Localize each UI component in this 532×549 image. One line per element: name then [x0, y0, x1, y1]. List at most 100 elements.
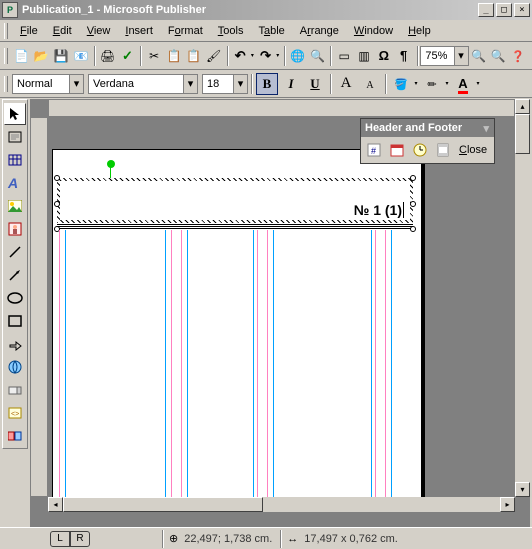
fill-color-button[interactable]	[390, 73, 412, 95]
redo-menu[interactable]: ▾	[274, 47, 280, 65]
menu-file[interactable]: File	[13, 23, 45, 39]
design-gallery-tool[interactable]	[4, 425, 26, 447]
page-tab-left[interactable]: L	[50, 531, 70, 547]
save-button[interactable]	[52, 45, 70, 67]
menu-insert[interactable]: Insert	[118, 23, 160, 39]
line-color-button[interactable]	[421, 73, 443, 95]
resize-handle-ne[interactable]	[410, 175, 416, 181]
scroll-track[interactable]	[63, 497, 500, 512]
toolbar-grip[interactable]	[4, 48, 8, 64]
resize-handle-w[interactable]	[54, 201, 60, 207]
resize-handle-se[interactable]	[410, 226, 416, 232]
fontcolor-menu[interactable]: ▾	[474, 75, 482, 93]
canvas[interactable]: № 1 (1)	[48, 117, 515, 497]
resize-handle-e[interactable]	[410, 201, 416, 207]
zoom-out-button[interactable]	[470, 45, 488, 67]
wordart-tool[interactable]: A	[4, 172, 26, 194]
menu-arrange[interactable]: Arrange	[293, 23, 346, 39]
form-control-tool[interactable]	[4, 379, 26, 401]
horizontal-scrollbar[interactable]: ◂ ▸	[48, 497, 515, 512]
hotspot-tool[interactable]	[4, 356, 26, 378]
special-char-button[interactable]	[375, 45, 393, 67]
pointer-tool[interactable]	[4, 103, 26, 125]
help-button[interactable]	[509, 45, 527, 67]
increase-font-button[interactable]	[335, 73, 357, 95]
insert-date-button[interactable]	[386, 139, 408, 161]
new-button[interactable]	[13, 45, 31, 67]
show-header-footer-button[interactable]	[432, 139, 454, 161]
header-footer-toolbar[interactable]: Header and Footer ▾ # Close	[360, 118, 495, 164]
bold-button[interactable]	[256, 73, 278, 95]
picture-tool[interactable]	[4, 195, 26, 217]
insert-page-number-button[interactable]: #	[363, 139, 385, 161]
fill-menu[interactable]: ▾	[412, 75, 420, 93]
scroll-right-button[interactable]: ▸	[500, 497, 515, 512]
line-menu[interactable]: ▾	[443, 75, 451, 93]
scroll-up-button[interactable]: ▴	[515, 99, 530, 114]
minimize-button[interactable]: _	[478, 3, 494, 17]
spell-button[interactable]	[119, 45, 137, 67]
page-navigator[interactable]: L R	[50, 531, 90, 547]
undo-button[interactable]	[231, 45, 249, 67]
html-fragment-tool[interactable]: <>	[4, 402, 26, 424]
header-text-frame[interactable]: № 1 (1)	[57, 178, 413, 223]
zoom-in-button[interactable]	[489, 45, 507, 67]
oval-tool[interactable]	[4, 287, 26, 309]
table-tool[interactable]	[4, 149, 26, 171]
menu-edit[interactable]: Edit	[46, 23, 79, 39]
line-tool[interactable]	[4, 241, 26, 263]
toolbar-grip[interactable]	[4, 76, 8, 92]
font-color-button[interactable]	[452, 73, 474, 95]
underline-button[interactable]	[304, 73, 326, 95]
menu-view[interactable]: View	[80, 23, 118, 39]
clipart-tool[interactable]	[4, 218, 26, 240]
close-header-footer-button[interactable]: Close	[455, 139, 491, 161]
copy-button[interactable]	[165, 45, 183, 67]
close-button[interactable]: ×	[514, 3, 530, 17]
zoom-combo[interactable]: 75% ▾	[420, 46, 468, 66]
insert-time-button[interactable]	[409, 139, 431, 161]
format-painter-button[interactable]	[205, 45, 223, 67]
header-text[interactable]: № 1 (1)	[60, 181, 410, 220]
paste-button[interactable]	[185, 45, 203, 67]
scroll-left-button[interactable]: ◂	[48, 497, 63, 512]
webpreview-button[interactable]	[309, 45, 327, 67]
font-combo[interactable]: Verdana ▾	[88, 74, 198, 94]
rectangle-tool[interactable]	[4, 310, 26, 332]
menu-table[interactable]: Table	[251, 23, 291, 39]
vertical-scrollbar[interactable]: ▴ ▾	[515, 99, 530, 497]
decrease-font-button[interactable]	[359, 73, 381, 95]
scroll-thumb[interactable]	[515, 114, 530, 154]
maximize-button[interactable]: □	[496, 3, 512, 17]
rotation-handle[interactable]	[107, 160, 115, 168]
header-footer-title[interactable]: Header and Footer ▾	[361, 119, 494, 137]
menu-tools[interactable]: Tools	[211, 23, 251, 39]
undo-menu[interactable]: ▾	[249, 47, 255, 65]
page[interactable]: № 1 (1)	[52, 149, 422, 497]
textbox-tool[interactable]	[4, 126, 26, 148]
show-marks-button[interactable]	[395, 45, 413, 67]
menu-grip[interactable]	[4, 23, 8, 39]
menu-help[interactable]: Help	[401, 23, 438, 39]
italic-button[interactable]	[280, 73, 302, 95]
menu-window[interactable]: Window	[347, 23, 400, 39]
scroll-down-button[interactable]: ▾	[515, 482, 530, 497]
arrow-tool[interactable]	[4, 264, 26, 286]
open-button[interactable]	[32, 45, 50, 67]
font-size-combo[interactable]: 18 ▾	[202, 74, 248, 94]
page-tab-right[interactable]: R	[70, 531, 90, 547]
autoshapes-tool[interactable]	[4, 333, 26, 355]
resize-handle-nw[interactable]	[54, 175, 60, 181]
style-combo[interactable]: Normal ▾	[12, 74, 84, 94]
mail-button[interactable]	[72, 45, 90, 67]
redo-button[interactable]	[257, 45, 275, 67]
menu-format[interactable]: Format	[161, 23, 210, 39]
horizontal-ruler[interactable]	[48, 99, 515, 117]
scroll-thumb[interactable]	[63, 497, 263, 512]
vertical-ruler[interactable]	[30, 117, 48, 497]
hyperlink-button[interactable]	[289, 45, 307, 67]
cut-button[interactable]	[145, 45, 163, 67]
print-button[interactable]	[99, 45, 117, 67]
columns-button[interactable]	[355, 45, 373, 67]
bring-front-button[interactable]	[335, 45, 353, 67]
